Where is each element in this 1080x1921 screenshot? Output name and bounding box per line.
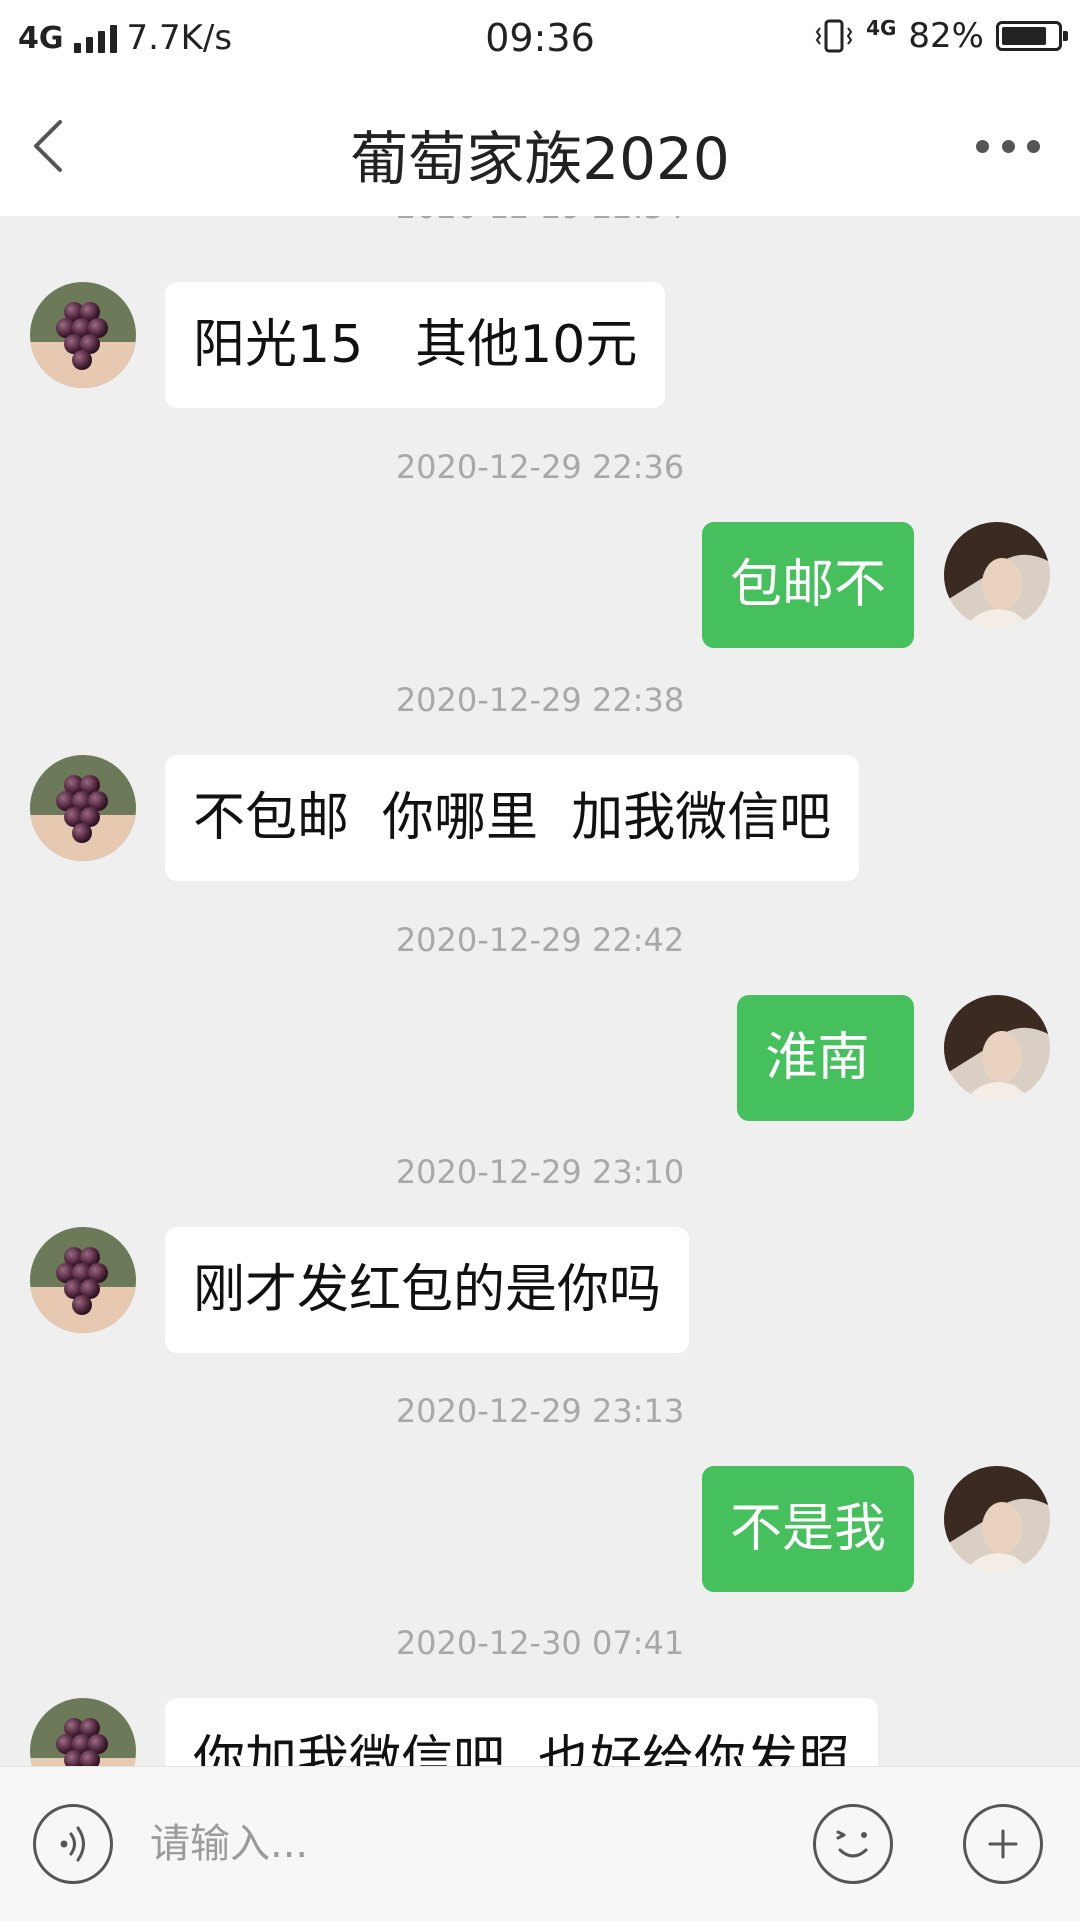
battery-icon	[996, 21, 1068, 51]
outgoing-message[interactable]: 淮南	[737, 995, 914, 1121]
user-avatar[interactable]	[944, 995, 1050, 1101]
chat-header: 葡萄家族2020	[0, 76, 1080, 216]
message-timestamp: 2020-12-30 07:41	[395, 1624, 685, 1662]
contact-avatar[interactable]	[30, 1698, 136, 1766]
page-title: 葡萄家族2020	[350, 125, 730, 193]
voice-icon	[60, 1826, 85, 1862]
input-bar: 请输入...	[0, 1766, 1080, 1921]
contact-avatar[interactable]	[30, 1227, 136, 1333]
message-timestamp: 2020-12-29 23:10	[395, 1153, 685, 1191]
message-timestamp: 2020-12-29 22:38	[395, 681, 685, 719]
message-timestamp: 2020-12-29 22:34	[0, 216, 1080, 226]
user-avatar[interactable]	[944, 522, 1050, 628]
message-timestamp: 2020-12-29 23:13	[395, 1392, 685, 1430]
incoming-message[interactable]: 刚才发红包的是你吗	[165, 1227, 690, 1353]
status-bar: 4G 7.7K/s 09:36 4G 82%	[0, 0, 1080, 76]
chat-area[interactable]: 2020-12-29 22:34 阳光15 其他10元 2020-12-29 2…	[0, 216, 1080, 1766]
battery-percent: 82%	[908, 16, 984, 56]
plus-icon	[988, 1829, 1018, 1859]
message-timestamp: 2020-12-29 22:36	[395, 448, 685, 486]
emoji-icon	[836, 1830, 868, 1858]
status-right: 4G 82%	[814, 16, 1068, 56]
incoming-message[interactable]: 你加我微信吧 也好给你发照	[165, 1698, 879, 1766]
incoming-message[interactable]: 不包邮 你哪里 加我微信吧	[165, 755, 860, 881]
outgoing-message[interactable]: 不是我	[701, 1466, 914, 1592]
contact-avatar[interactable]	[30, 282, 136, 388]
message-input[interactable]: 请输入...	[150, 1809, 790, 1879]
contact-avatar[interactable]	[30, 755, 136, 861]
add-button[interactable]	[963, 1804, 1043, 1884]
network-small: 4G	[866, 16, 897, 40]
incoming-message[interactable]: 阳光15 其他10元	[165, 282, 666, 408]
vibrate-icon	[815, 19, 853, 53]
message-timestamp: 2020-12-29 22:42	[395, 921, 685, 959]
more-options-icon[interactable]	[976, 134, 1040, 158]
user-avatar[interactable]	[944, 1466, 1050, 1572]
voice-button[interactable]	[33, 1804, 113, 1884]
emoji-button[interactable]	[813, 1804, 893, 1884]
outgoing-message[interactable]: 包邮不	[701, 522, 914, 648]
